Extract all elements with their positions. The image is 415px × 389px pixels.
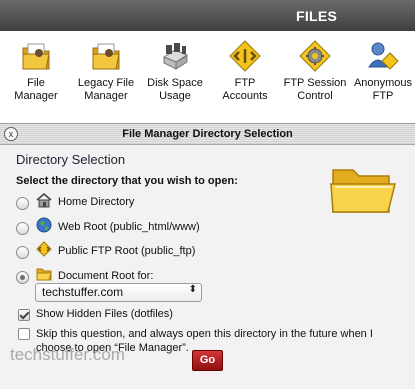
select-arrows-icon: ⬍ xyxy=(188,284,197,295)
tool-label: Legacy File Manager xyxy=(77,77,135,102)
legacy-file-manager-icon xyxy=(92,43,120,70)
file-manager-icon xyxy=(22,43,50,70)
dialog-titlebar[interactable]: x File Manager Directory Selection xyxy=(0,124,415,145)
domain-select[interactable]: techstuffer.com ⬍ xyxy=(35,283,202,302)
folder-icon xyxy=(36,268,52,281)
option-label: Web Root (public_html/www) xyxy=(58,221,200,233)
tool-disk-space-usage[interactable]: Disk Space Usage xyxy=(144,39,206,103)
tool-ftp-accounts[interactable]: FTP Accounts xyxy=(214,39,276,103)
show-hidden-files-checkbox[interactable] xyxy=(18,309,30,321)
option-label: Public FTP Root (public_ftp) xyxy=(58,245,196,257)
ftp-accounts-icon xyxy=(229,40,261,72)
tool-legacy-file-manager[interactable]: Legacy File Manager xyxy=(70,39,142,103)
web-root-radio[interactable] xyxy=(16,222,29,235)
skip-question-checkbox[interactable] xyxy=(18,328,30,340)
home-icon xyxy=(36,192,52,208)
option-label: Home Directory xyxy=(58,196,135,208)
directory-prompt: Select the directory that you wish to op… xyxy=(16,175,238,187)
folder-icon xyxy=(330,169,396,213)
domain-select-value: techstuffer.com xyxy=(42,285,124,299)
go-button[interactable]: Go xyxy=(192,350,223,371)
disk-space-icon xyxy=(162,43,189,70)
option-label: Document Root for: xyxy=(58,270,154,282)
files-header: FILES xyxy=(0,0,415,31)
dialog-title: File Manager Directory Selection xyxy=(122,128,293,140)
tool-file-manager[interactable]: File Manager xyxy=(8,39,64,103)
anonymous-ftp-icon xyxy=(368,42,399,70)
tool-anonymous-ftp[interactable]: Anonymous FTP xyxy=(352,39,414,103)
section-title: FILES xyxy=(296,8,338,24)
watermark: techstuffer.com xyxy=(10,345,125,364)
document-root-radio[interactable] xyxy=(16,271,29,284)
tool-label: Anonymous FTP xyxy=(353,77,413,102)
tool-label: FTP Accounts xyxy=(222,77,268,102)
ftp-icon xyxy=(36,241,52,257)
tool-label: File Manager xyxy=(14,77,58,102)
public-ftp-root-radio[interactable] xyxy=(16,246,29,259)
tool-ftp-session-control[interactable]: FTP Session Control xyxy=(283,39,347,103)
globe-icon xyxy=(36,217,52,233)
tools-row: File Manager Legacy File Manager Disk Sp… xyxy=(0,31,415,121)
tool-label: FTP Session Control xyxy=(283,77,347,102)
tool-label: Disk Space Usage xyxy=(147,77,203,102)
home-directory-radio[interactable] xyxy=(16,197,29,210)
section-heading: Directory Selection xyxy=(16,152,126,167)
show-hidden-files-label: Show Hidden Files (dotfiles) xyxy=(36,308,173,320)
ftp-session-control-icon xyxy=(299,40,331,72)
